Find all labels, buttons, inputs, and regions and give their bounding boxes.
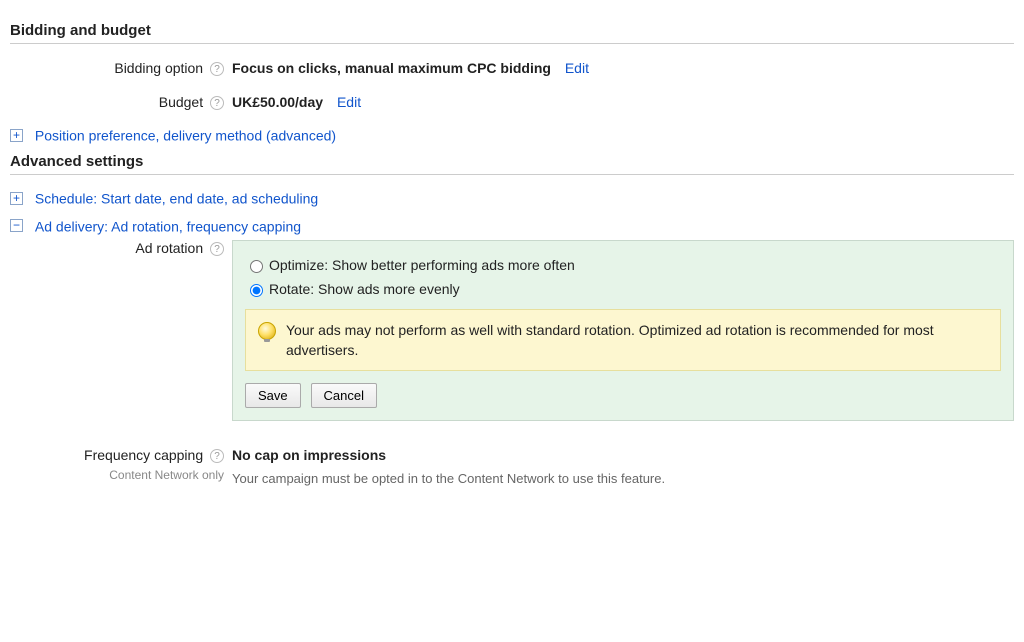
frequency-capping-desc: Your campaign must be opted in to the Co… [232, 469, 1014, 489]
help-icon[interactable]: ? [210, 62, 224, 76]
position-preference-link[interactable]: Position preference, delivery method (ad… [35, 127, 336, 143]
lightbulb-icon [258, 322, 276, 340]
budget-edit-link[interactable]: Edit [337, 94, 361, 110]
save-button[interactable]: Save [245, 383, 301, 408]
bidding-option-row: Bidding option ? Focus on clicks, manual… [10, 58, 1014, 78]
budget-row: Budget ? UK£50.00/day Edit [10, 92, 1014, 112]
help-icon[interactable]: ? [210, 96, 224, 110]
optimize-radio[interactable] [250, 260, 263, 273]
expand-icon[interactable]: + [10, 192, 23, 205]
budget-label: Budget [159, 94, 203, 110]
bidding-option-label: Bidding option [114, 60, 203, 76]
hint-text: Your ads may not perform as well with st… [286, 320, 988, 360]
bidding-option-edit-link[interactable]: Edit [565, 60, 589, 76]
ad-rotation-panel: Optimize: Show better performing ads mor… [232, 240, 1014, 421]
ad-delivery-link[interactable]: Ad delivery: Ad rotation, frequency capp… [35, 218, 301, 234]
budget-value: UK£50.00/day [232, 94, 323, 110]
frequency-capping-sublabel: Content Network only [10, 465, 224, 485]
optimize-radio-label: Optimize: Show better performing ads mor… [269, 255, 575, 275]
ad-rotation-label: Ad rotation [135, 240, 203, 256]
bidding-option-value: Focus on clicks, manual maximum CPC bidd… [232, 60, 551, 76]
hint-box: Your ads may not perform as well with st… [245, 309, 1001, 371]
rotate-radio-label: Rotate: Show ads more evenly [269, 279, 460, 299]
rotate-radio[interactable] [250, 284, 263, 297]
bidding-section-header: Bidding and budget [10, 22, 1014, 44]
collapse-icon[interactable]: − [10, 219, 23, 232]
expand-icon[interactable]: + [10, 129, 23, 142]
help-icon[interactable]: ? [210, 449, 224, 463]
advanced-section-header: Advanced settings [10, 153, 1014, 175]
frequency-capping-value: No cap on impressions [232, 445, 1014, 465]
schedule-link[interactable]: Schedule: Start date, end date, ad sched… [35, 191, 318, 207]
frequency-capping-label: Frequency capping [84, 447, 203, 463]
cancel-button[interactable]: Cancel [311, 383, 377, 408]
help-icon[interactable]: ? [210, 242, 224, 256]
